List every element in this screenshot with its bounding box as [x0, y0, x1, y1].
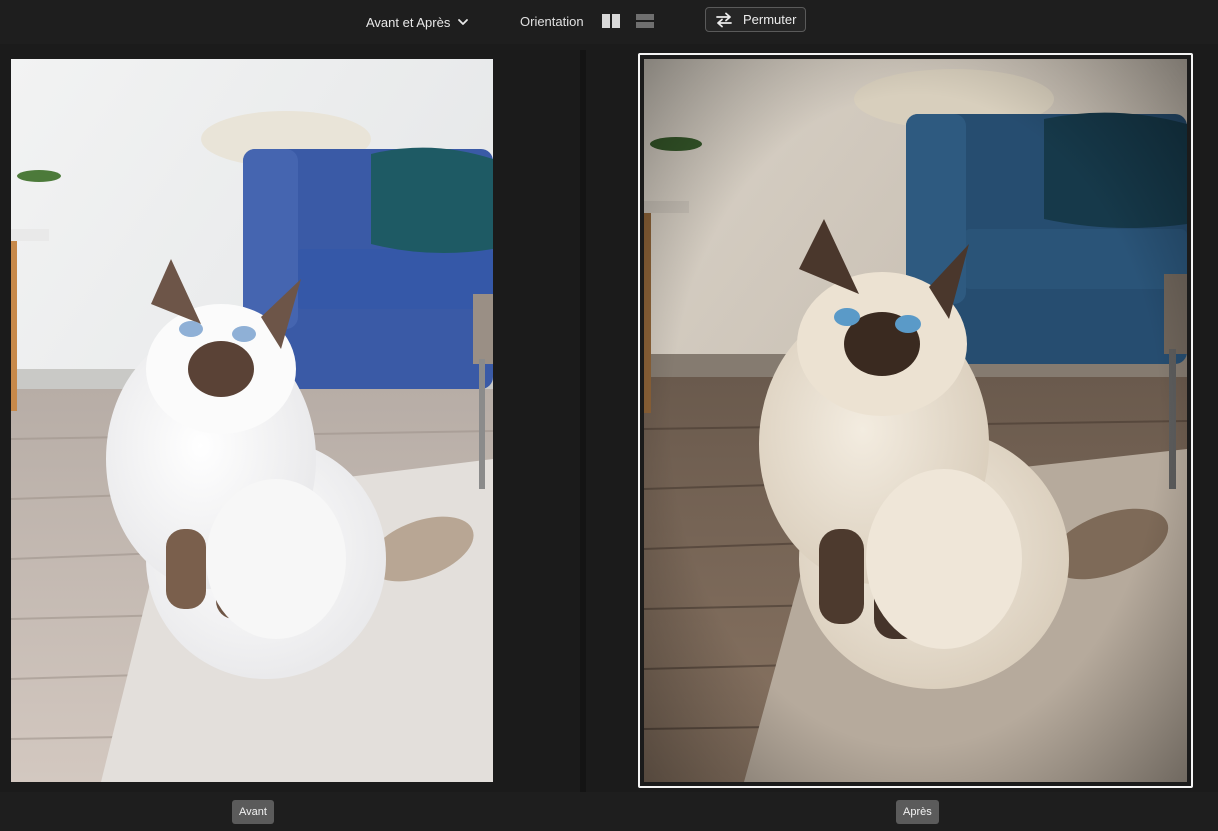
orientation-label: Orientation: [520, 14, 584, 29]
after-photo[interactable]: [644, 59, 1187, 782]
chevron-down-icon: [458, 19, 469, 25]
top-bottom-layout-icon[interactable]: [635, 13, 655, 29]
swap-arrows-icon: [716, 12, 732, 27]
compare-toolbar: Avant et Après Orientation Permuter: [0, 0, 1218, 44]
swap-button[interactable]: Permuter: [705, 7, 806, 32]
before-after-view: Avant et Après Orientation Permuter Avan…: [0, 0, 1218, 831]
view-mode-label: Avant et Après: [366, 14, 451, 30]
after-label: Après: [896, 800, 939, 824]
label-bar: [0, 792, 1218, 831]
swap-label: Permuter: [743, 12, 797, 27]
view-mode-dropdown[interactable]: Avant et Après: [366, 12, 469, 32]
before-photo[interactable]: [11, 59, 493, 782]
before-label: Avant: [232, 800, 274, 824]
side-by-side-layout-icon[interactable]: [601, 13, 621, 29]
